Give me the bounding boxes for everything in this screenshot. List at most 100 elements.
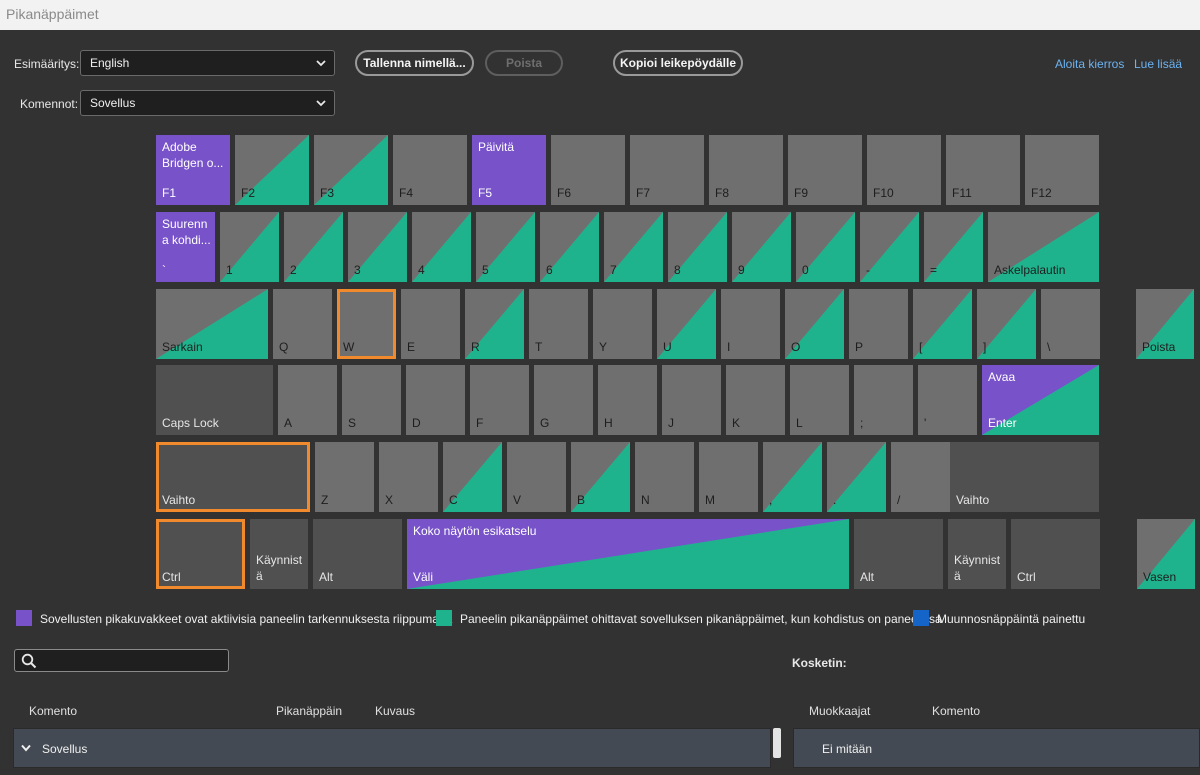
key-left[interactable]: Vasen	[1137, 519, 1195, 589]
key-tab[interactable]: Sarkain	[156, 289, 268, 359]
key-h[interactable]: H	[598, 365, 657, 435]
key-lbracket[interactable]: [	[913, 289, 972, 359]
key-s[interactable]: S	[342, 365, 401, 435]
key-f5[interactable]: Päivitä F5	[472, 135, 546, 205]
key-i[interactable]: I	[721, 289, 780, 359]
key-l[interactable]: L	[790, 365, 849, 435]
key-k4[interactable]: 4	[412, 212, 471, 282]
key-k0[interactable]: 0	[796, 212, 855, 282]
key-f12[interactable]: F12	[1025, 135, 1099, 205]
key-delete[interactable]: Poista	[1136, 289, 1194, 359]
key-label: Y	[599, 340, 608, 354]
key-label: Alt	[860, 570, 875, 584]
key-j[interactable]: J	[662, 365, 721, 435]
key-backspace[interactable]: Askelpalautin	[988, 212, 1099, 282]
key-backtick[interactable]: Suurenn a kohdi... `	[156, 212, 215, 282]
start-tour-link[interactable]: Aloita kierros	[1055, 57, 1124, 71]
key-k7[interactable]: 7	[604, 212, 663, 282]
key-q[interactable]: Q	[273, 289, 332, 359]
key-z[interactable]: Z	[315, 442, 374, 512]
search-box[interactable]	[14, 649, 229, 672]
key-label: Enter	[988, 416, 1017, 430]
key-r[interactable]: R	[465, 289, 524, 359]
key-y[interactable]: Y	[593, 289, 652, 359]
key-label: Käynnist ä	[954, 553, 1001, 583]
search-input[interactable]	[43, 652, 223, 669]
key-enter[interactable]: Avaa Enter	[982, 365, 1099, 435]
key-rctrl[interactable]: Ctrl	[1011, 519, 1100, 589]
key-a[interactable]: A	[278, 365, 337, 435]
key-f8[interactable]: F8	[709, 135, 783, 205]
key-lshift[interactable]: Vaihto	[156, 442, 310, 512]
key-k8[interactable]: 8	[668, 212, 727, 282]
key-label: Z	[321, 493, 329, 507]
key-f10[interactable]: F10	[867, 135, 941, 205]
key-f1[interactable]: Adobe Bridgen o... F1	[156, 135, 230, 205]
key-o[interactable]: O	[785, 289, 844, 359]
key-u[interactable]: U	[657, 289, 716, 359]
commands-select[interactable]: Sovellus	[80, 90, 335, 116]
header-shortcut[interactable]: Pikanäppäin	[276, 704, 342, 718]
key-f3[interactable]: F3	[314, 135, 388, 205]
key-k6[interactable]: 6	[540, 212, 599, 282]
save-as-button[interactable]: Tallenna nimellä...	[355, 50, 474, 76]
key-k3[interactable]: 3	[348, 212, 407, 282]
key-minus[interactable]: -	[860, 212, 919, 282]
key-f7[interactable]: F7	[630, 135, 704, 205]
key-f6[interactable]: F6	[551, 135, 625, 205]
modifier-row[interactable]: Ei mitään	[793, 728, 1200, 768]
key-k1[interactable]: 1	[220, 212, 279, 282]
key-backslash[interactable]: \	[1041, 289, 1100, 359]
chevron-down-icon[interactable]	[20, 742, 32, 754]
key-e[interactable]: E	[401, 289, 460, 359]
key-lalt[interactable]: Alt	[313, 519, 402, 589]
key-period[interactable]: .	[827, 442, 886, 512]
key-n[interactable]: N	[635, 442, 694, 512]
key-f11[interactable]: F11	[946, 135, 1020, 205]
key-comma[interactable]: ,	[763, 442, 822, 512]
key-rstart[interactable]: Käynnist ä	[948, 519, 1006, 589]
key-f4[interactable]: F4	[393, 135, 467, 205]
key-ralt[interactable]: Alt	[854, 519, 943, 589]
key-k[interactable]: K	[726, 365, 785, 435]
key-t[interactable]: T	[529, 289, 588, 359]
learn-more-link[interactable]: Lue lisää	[1134, 57, 1182, 71]
key-g[interactable]: G	[534, 365, 593, 435]
key-label: X	[385, 493, 394, 507]
key-w[interactable]: W	[337, 289, 396, 359]
key-p[interactable]: P	[849, 289, 908, 359]
key-equals[interactable]: =	[924, 212, 983, 282]
key-k9[interactable]: 9	[732, 212, 791, 282]
key-label: T	[535, 340, 543, 354]
key-lctrl[interactable]: Ctrl	[156, 519, 245, 589]
key-rshift[interactable]: Vaihto	[950, 442, 1099, 512]
key-k2[interactable]: 2	[284, 212, 343, 282]
key-b[interactable]: B	[571, 442, 630, 512]
key-f2[interactable]: F2	[235, 135, 309, 205]
key-d[interactable]: D	[406, 365, 465, 435]
header-description[interactable]: Kuvaus	[375, 704, 415, 718]
key-k5[interactable]: 5	[476, 212, 535, 282]
key-lstart[interactable]: Käynnist ä	[250, 519, 308, 589]
delete-button[interactable]: Poista	[485, 50, 563, 76]
key-label: F12	[1031, 186, 1052, 200]
header-command[interactable]: Komento	[29, 704, 77, 718]
key-quote[interactable]: '	[918, 365, 977, 435]
key-m[interactable]: M	[699, 442, 758, 512]
key-c[interactable]: C	[443, 442, 502, 512]
preset-select[interactable]: English	[80, 50, 335, 76]
key-space[interactable]: Koko näytön esikatselu Väli	[407, 519, 849, 589]
key-f[interactable]: F	[470, 365, 529, 435]
key-f9[interactable]: F9	[788, 135, 862, 205]
table-row[interactable]: Sovellus	[13, 728, 771, 768]
key-v[interactable]: V	[507, 442, 566, 512]
header-modifiers[interactable]: Muokkaajat	[809, 704, 870, 718]
key-x[interactable]: X	[379, 442, 438, 512]
copy-to-clipboard-button[interactable]: Kopioi leikepöydälle	[613, 50, 743, 76]
key-rbracket[interactable]: ]	[977, 289, 1036, 359]
scrollbar[interactable]	[773, 728, 781, 758]
key-semicolon[interactable]: ;	[854, 365, 913, 435]
header-modifier-command[interactable]: Komento	[932, 704, 980, 718]
key-capslock[interactable]: Caps Lock	[156, 365, 273, 435]
key-slash[interactable]: /	[891, 442, 950, 512]
